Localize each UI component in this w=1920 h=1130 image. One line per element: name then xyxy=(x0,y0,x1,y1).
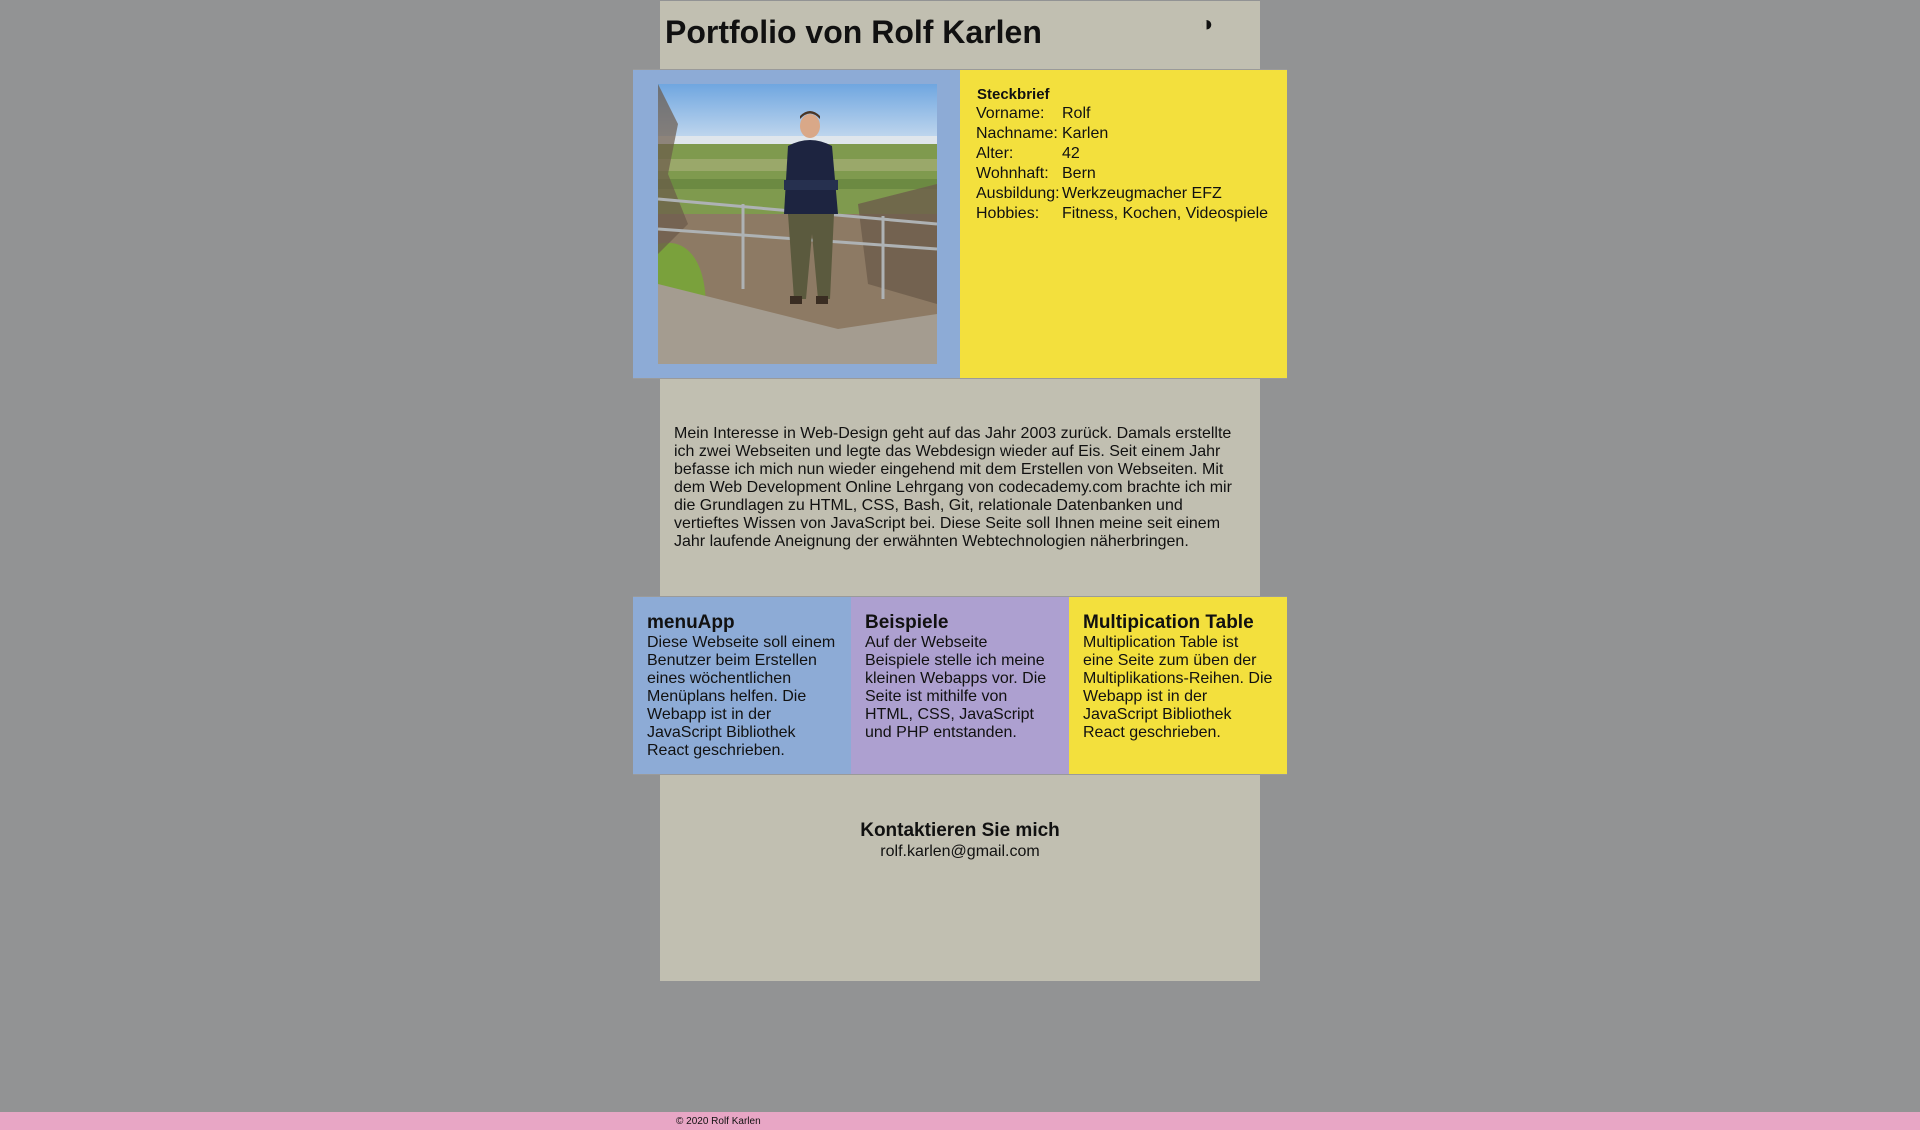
project-card[interactable]: Beispiele Auf der Webseite Beispiele stel… xyxy=(851,597,1069,774)
project-title: menuApp xyxy=(647,612,735,633)
profile-row: Hobbies: Fitness, Kochen, Videospiele xyxy=(976,204,1268,224)
profile-label: Wohnhaft: xyxy=(976,165,1049,182)
profile-row: Wohnhaft: Bern xyxy=(976,164,1268,184)
profile-label: Vorname: xyxy=(976,105,1045,122)
profile-value: 42 xyxy=(1062,145,1080,162)
intro-text: Mein Interesse in Web-Design geht auf da… xyxy=(674,425,1232,550)
profile-label: Hobbies: xyxy=(976,205,1040,222)
profile-row: Ausbildung: Werkzeugmacher EFZ xyxy=(976,184,1268,204)
photo-panel xyxy=(633,70,960,378)
profile-row: Nachname: Karlen xyxy=(976,124,1268,144)
project-card[interactable]: menuApp Diese Webseite soll einem Benutze… xyxy=(633,597,851,774)
email-link[interactable]: rolf.karlen@gmail.com xyxy=(880,843,1039,860)
contact-section: Kontaktieren Sie mich rolf.karlen@gmail.… xyxy=(660,820,1260,862)
theme-toggle-icon[interactable]: ◑ xyxy=(1200,12,1213,36)
footer: © 2020 Rolf Karlen xyxy=(0,1112,1920,1130)
profile-label: Ausbildung: xyxy=(976,185,1060,202)
footer-copyright: © 2020 Rolf Karlen xyxy=(676,1116,761,1127)
profile-label: Alter: xyxy=(976,145,1014,162)
card-title: Steckbrief xyxy=(977,86,1050,103)
page-title: Portfolio von Rolf Karlen xyxy=(665,14,1042,50)
profile-value: Rolf xyxy=(1062,105,1091,122)
project-description: Auf der Webseite Beispiele stelle ich me… xyxy=(865,634,1047,741)
project-card[interactable]: Multipication Table Multiplication Table … xyxy=(1069,597,1287,774)
project-description: Diese Webseite soll einem Benutzer beim … xyxy=(647,634,836,759)
profile-row: Vorname: Rolf xyxy=(976,104,1268,124)
profile-table: Vorname: Rolf Nachname: Karlen Alter: 42 Wohnh… xyxy=(976,104,1268,224)
profile-value: Bern xyxy=(1062,165,1096,182)
profile-value: Karlen xyxy=(1062,125,1109,142)
person-photo xyxy=(658,84,937,364)
project-title: Beispiele xyxy=(865,612,949,633)
profile-row: Alter: 42 xyxy=(976,144,1268,164)
project-title: Multipication Table xyxy=(1083,612,1254,633)
project-description: Multiplication Table ist eine Seite zum … xyxy=(1083,634,1273,741)
projects-section: menuApp Diese Webseite soll einem Benutze… xyxy=(633,597,1287,774)
contact-heading: Kontaktieren Sie mich xyxy=(860,820,1060,841)
profile-value: Fitness, Kochen, Videospiele xyxy=(1062,205,1269,222)
profile-label: Nachname: xyxy=(976,125,1058,142)
profile-value: Werkzeugmacher EFZ xyxy=(1062,185,1222,202)
